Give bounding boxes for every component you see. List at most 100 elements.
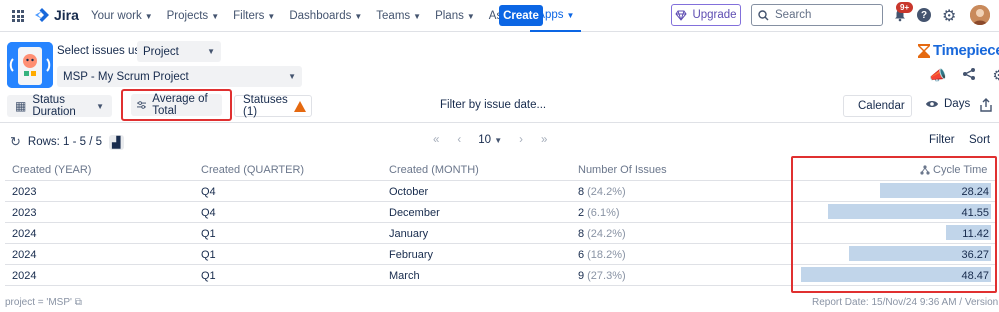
project-avatar	[7, 42, 53, 88]
issues-count: 6	[578, 249, 585, 261]
upgrade-button[interactable]: Upgrade	[671, 4, 741, 26]
search-input[interactable]: Search	[751, 4, 883, 26]
calendar-button[interactable]: Calendar	[843, 95, 912, 117]
header-actions: 📣 ⚙	[929, 67, 999, 84]
create-button[interactable]: Create	[499, 5, 543, 26]
calculation-label: Average of Total	[152, 93, 208, 117]
issues-percent: (6.1%)	[587, 207, 620, 219]
issues-count: 2	[578, 207, 585, 219]
last-page-icon[interactable]: »	[541, 134, 547, 146]
cell-year: 2023	[12, 207, 37, 219]
cell-month: January	[389, 228, 429, 240]
chevron-down-icon: ▼	[466, 11, 475, 21]
search-icon	[758, 9, 769, 20]
bar-chart-toggle-icon[interactable]: ▟	[109, 134, 124, 150]
export-icon[interactable]	[980, 98, 992, 112]
app-switcher-icon[interactable]	[12, 10, 24, 22]
column-header-quarter[interactable]: Created (QUARTER)	[201, 164, 304, 176]
cell-quarter: Q1	[201, 228, 216, 240]
chevron-down-icon: ▼	[144, 11, 153, 21]
report-type-button[interactable]: ▦ Status Duration ▼	[7, 94, 112, 118]
cell-month: February	[389, 249, 434, 261]
nav-item-label: Your work	[91, 10, 142, 22]
jql-link[interactable]: project = 'MSP' ⧉	[5, 297, 82, 308]
toolbar-divider	[0, 122, 999, 123]
chevron-down-icon: ▼	[354, 11, 363, 21]
avatar-image	[970, 5, 990, 25]
nav-item-label: Dashboards	[289, 10, 352, 22]
statuses-label: Statuses (1)	[243, 94, 288, 118]
search-placeholder: Search	[775, 9, 812, 21]
gem-icon	[675, 10, 688, 21]
cell-issues: 8 (24.2%)	[578, 186, 626, 198]
nav-item-label: Filters	[233, 10, 265, 22]
share-icon[interactable]	[962, 67, 976, 81]
cell-year: 2024	[12, 228, 37, 240]
cell-month: March	[389, 270, 420, 282]
chevron-down-icon: ▼	[96, 101, 104, 111]
chevron-down-icon: ▼	[413, 11, 422, 21]
issues-count: 9	[578, 270, 585, 282]
column-header-issues[interactable]: Number Of Issues	[578, 164, 667, 176]
nav-item-dashboards[interactable]: Dashboards ▼	[282, 0, 369, 32]
issue-source-select[interactable]: Project ▼	[137, 41, 221, 62]
filter-by-date-button[interactable]: Filter by issue date...	[440, 99, 546, 111]
settings-icon[interactable]: ⚙	[942, 6, 956, 26]
nav-item-plans[interactable]: Plans ▼	[428, 0, 482, 32]
issues-count: 8	[578, 228, 585, 240]
warning-icon	[293, 100, 306, 112]
sort-button[interactable]: Sort	[969, 134, 990, 146]
rows-label: Rows: 1 - 5 / 5	[27, 136, 103, 148]
previous-page-icon[interactable]: ‹	[457, 134, 461, 146]
issue-source-value: Project	[143, 45, 179, 58]
rows-info: ↻ Rows: 1 - 5 / 5 ▟	[10, 134, 124, 150]
report-type-label: Status Duration	[32, 94, 76, 118]
issues-percent: (24.2%)	[587, 186, 626, 198]
timepiece-logo: Timepiece	[917, 42, 999, 59]
page-size-select[interactable]: 10 ▼	[478, 134, 502, 146]
cell-issues: 9 (27.3%)	[578, 270, 626, 282]
chevron-down-icon: ▼	[288, 72, 296, 81]
announcement-icon[interactable]: 📣	[929, 67, 946, 84]
calculation-button[interactable]: Average of Total	[121, 89, 232, 121]
jql-text: project = 'MSP'	[5, 297, 72, 308]
cell-year: 2024	[12, 249, 37, 261]
cell-year: 2024	[12, 270, 37, 282]
sliders-icon	[137, 101, 147, 109]
cycle-time-highlight	[791, 156, 997, 293]
nav-item-teams[interactable]: Teams ▼	[369, 0, 428, 32]
gear-icon[interactable]: ⚙	[992, 67, 999, 84]
user-avatar[interactable]	[970, 5, 990, 25]
project-select[interactable]: MSP - My Scrum Project ▼	[57, 66, 302, 87]
refresh-icon[interactable]: ↻	[10, 134, 21, 150]
time-unit-button[interactable]: Days	[925, 98, 970, 110]
hourglass-icon	[918, 43, 930, 58]
column-header-year[interactable]: Created (YEAR)	[12, 164, 91, 176]
chevron-down-icon: ▼	[211, 11, 220, 21]
top-navigation: Jira Your work ▼ Projects ▼ Filters ▼ Dashboar…	[0, 0, 999, 32]
cell-quarter: Q4	[201, 186, 216, 198]
help-icon[interactable]: ?	[917, 8, 931, 22]
filter-button[interactable]: Filter	[929, 134, 955, 146]
first-page-icon[interactable]: «	[433, 134, 439, 146]
cell-issues: 2 (6.1%)	[578, 207, 620, 219]
statuses-button[interactable]: Statuses (1)	[234, 94, 312, 118]
cell-quarter: Q1	[201, 270, 216, 282]
column-header-month[interactable]: Created (MONTH)	[389, 164, 479, 176]
next-page-icon[interactable]: ›	[519, 134, 523, 146]
nav-item-projects[interactable]: Projects ▼	[160, 0, 226, 32]
jira-logo[interactable]: Jira	[34, 7, 79, 23]
chevron-down-icon: ▼	[267, 11, 276, 21]
calendar-label: Calendar	[858, 100, 905, 112]
chevron-down-icon: ▼	[207, 47, 215, 56]
nav-item-your-work[interactable]: Your work ▼	[84, 0, 160, 32]
eye-icon	[926, 101, 938, 107]
page-size-value: 10	[478, 134, 492, 146]
notification-badge: 9+	[896, 2, 914, 13]
report-info: Report Date: 15/Nov/24 9:36 AM / Version…	[812, 297, 999, 308]
nav-item-label: Plans	[435, 10, 464, 22]
issues-percent: (18.2%)	[587, 249, 626, 261]
nav-item-filters[interactable]: Filters ▼	[226, 0, 282, 32]
external-link-icon: ⧉	[74, 297, 82, 308]
cell-year: 2023	[12, 186, 37, 198]
